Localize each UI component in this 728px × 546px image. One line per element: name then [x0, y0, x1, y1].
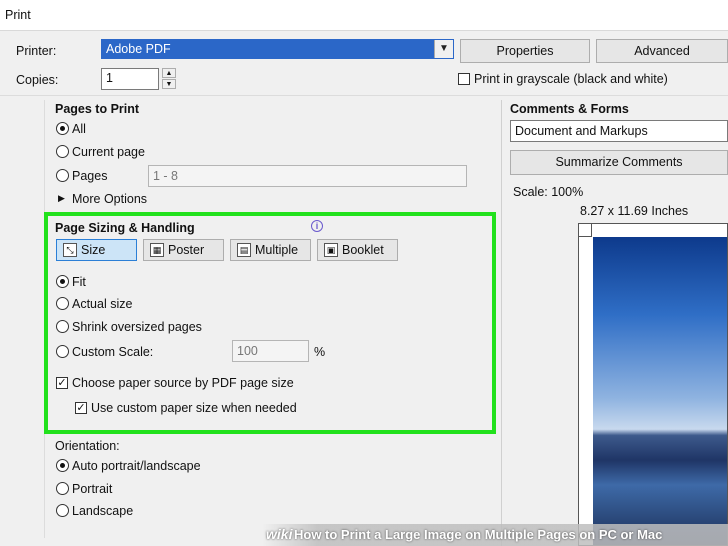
portrait-radio[interactable]: [56, 482, 69, 495]
pages-radio[interactable]: [56, 169, 69, 182]
summarize-comments-button[interactable]: Summarize Comments: [510, 150, 728, 175]
tab-poster[interactable]: ▦ Poster: [143, 239, 224, 261]
pages-range-input[interactable]: 1 - 8: [148, 165, 467, 187]
window-title: Print: [5, 8, 31, 22]
fit-radio[interactable]: [56, 275, 69, 288]
tab-booklet-label: Booklet: [342, 243, 384, 257]
comments-value: Document and Markups: [515, 124, 648, 138]
page-sizing-heading: Page Sizing & Handling: [55, 221, 195, 235]
paper-source-label: Choose paper source by PDF page size: [72, 376, 294, 390]
custom-scale-input[interactable]: 100: [232, 340, 309, 362]
preview-corner-marker: [579, 224, 592, 237]
chevron-down-icon: ▼: [434, 40, 453, 58]
custom-paper-label: Use custom paper size when needed: [91, 401, 297, 415]
actual-size-radio[interactable]: [56, 297, 69, 310]
printer-label: Printer:: [16, 44, 57, 58]
watermark-banner: wiki How to Print a Large Image on Multi…: [262, 524, 728, 546]
copies-down-button[interactable]: ▼: [162, 79, 176, 89]
multiple-icon: ▤: [237, 243, 251, 257]
tab-booklet[interactable]: ▣ Booklet: [317, 239, 398, 261]
orientation-heading: Orientation:: [55, 439, 120, 453]
custom-scale-value: 100: [237, 344, 258, 358]
more-options-label[interactable]: More Options: [72, 192, 147, 206]
poster-icon: ▦: [150, 243, 164, 257]
pages-range-value: 1 - 8: [153, 169, 179, 183]
size-icon: ⤡: [63, 243, 77, 257]
pages-to-print-heading: Pages to Print: [55, 102, 140, 116]
copies-up-button[interactable]: ▲: [162, 68, 176, 78]
watermark-brand: wiki: [266, 526, 293, 542]
tab-multiple-label: Multiple: [255, 243, 299, 257]
preview-image: [593, 237, 727, 545]
portrait-label: Portrait: [72, 482, 113, 496]
custom-scale-radio[interactable]: [56, 345, 69, 358]
title-bar: [0, 0, 728, 31]
actual-size-label: Actual size: [72, 297, 133, 311]
current-page-label: Current page: [72, 145, 145, 159]
auto-orientation-label: Auto portrait/landscape: [72, 459, 201, 473]
all-label: All: [72, 122, 86, 136]
landscape-radio[interactable]: [56, 504, 69, 517]
preview-scale: Scale: 100%: [513, 185, 584, 199]
fit-label: Fit: [72, 275, 86, 289]
percent-sign: %: [314, 345, 326, 359]
custom-paper-checkbox[interactable]: ✓: [75, 402, 87, 414]
landscape-label: Landscape: [72, 504, 134, 518]
comments-forms-heading: Comments & Forms: [510, 102, 629, 116]
tab-size[interactable]: ⤡ Size: [56, 239, 137, 261]
booklet-icon: ▣: [324, 243, 338, 257]
custom-scale-label: Custom Scale:: [72, 345, 154, 359]
watermark-text: How to Print a Large Image on Multiple P…: [294, 527, 663, 542]
printer-value: Adobe PDF: [106, 42, 171, 56]
properties-button[interactable]: Properties: [460, 39, 590, 63]
pages-label: Pages: [72, 169, 108, 183]
printer-select[interactable]: Adobe PDF ▼: [101, 39, 454, 59]
auto-orientation-radio[interactable]: [56, 459, 69, 472]
paper-source-checkbox[interactable]: ✓: [56, 377, 68, 389]
tab-multiple[interactable]: ▤ Multiple: [230, 239, 311, 261]
shrink-radio[interactable]: [56, 320, 69, 333]
grayscale-checkbox[interactable]: [458, 73, 470, 85]
info-icon[interactable]: i: [311, 220, 323, 232]
copies-input[interactable]: 1: [101, 68, 159, 90]
shrink-label: Shrink oversized pages: [72, 320, 202, 334]
expand-triangle-icon[interactable]: ▶: [58, 193, 65, 204]
tab-size-label: Size: [81, 243, 106, 257]
copies-value: 1: [106, 71, 113, 85]
print-preview: [578, 223, 728, 546]
comments-select[interactable]: Document and Markups: [510, 120, 728, 142]
copies-label: Copies:: [16, 73, 59, 87]
grayscale-label: Print in grayscale (black and white): [474, 72, 668, 86]
tab-poster-label: Poster: [168, 243, 205, 257]
preview-page-size: 8.27 x 11.69 Inches: [580, 204, 689, 218]
all-radio[interactable]: [56, 122, 69, 135]
current-page-radio[interactable]: [56, 145, 69, 158]
advanced-button[interactable]: Advanced: [596, 39, 728, 63]
